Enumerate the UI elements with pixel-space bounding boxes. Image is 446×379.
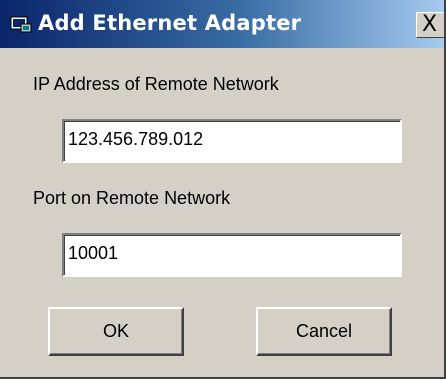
port-label: Port on Remote Network xyxy=(33,188,231,208)
ok-button[interactable]: OK xyxy=(48,307,184,356)
title-bar[interactable]: Add Ethernet Adapter X xyxy=(0,0,446,48)
window-title: Add Ethernet Adapter xyxy=(38,11,302,35)
close-icon: X xyxy=(422,12,438,37)
add-ethernet-adapter-dialog: Add Ethernet Adapter X IP Address of Rem… xyxy=(0,0,446,379)
ip-address-input[interactable]: 123.456.789.012 xyxy=(62,119,402,163)
close-button[interactable]: X xyxy=(416,12,446,38)
ip-address-label: IP Address of Remote Network xyxy=(33,74,279,94)
port-input[interactable]: 10001 xyxy=(62,233,402,277)
cancel-button[interactable]: Cancel xyxy=(256,307,392,356)
network-adapter-icon xyxy=(10,16,32,34)
